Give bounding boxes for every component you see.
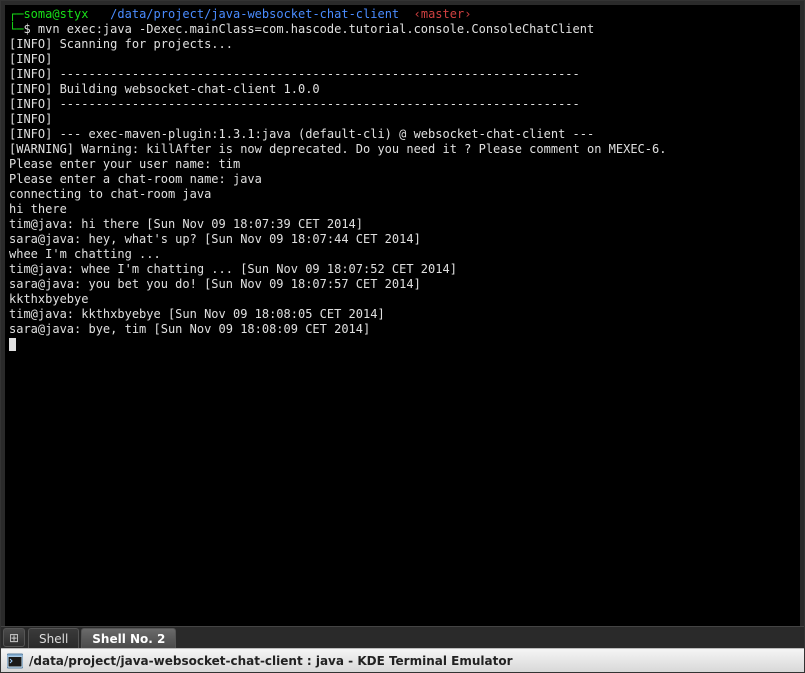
output-line: [INFO] ---------------------------------… (9, 67, 796, 82)
output-line: hi there (9, 202, 796, 217)
window-title-bar: /data/project/java-websocket-chat-client… (1, 648, 804, 672)
tab-bar: ⊞ Shell Shell No. 2 (1, 626, 804, 648)
output-line: tim@java: kkthxbyebye [Sun Nov 09 18:08:… (9, 307, 796, 322)
prompt-line-1: ┌─soma@styx /data/project/java-websocket… (9, 7, 471, 21)
cursor (9, 338, 16, 351)
output-line: Please enter your user name: tim (9, 157, 796, 172)
output-line: sara@java: hey, what's up? [Sun Nov 09 1… (9, 232, 796, 247)
terminal-output[interactable]: ┌─soma@styx /data/project/java-websocket… (1, 1, 804, 626)
prompt-user-host: soma@styx (23, 7, 88, 21)
output-line: [WARNING] Warning: killAfter is now depr… (9, 142, 796, 157)
output-line: whee I'm chatting ... (9, 247, 796, 262)
prompt-branch: ‹master› (414, 7, 472, 21)
output-line: sara@java: you bet you do! [Sun Nov 09 1… (9, 277, 796, 292)
output-line: connecting to chat-room java (9, 187, 796, 202)
output-line: tim@java: hi there [Sun Nov 09 18:07:39 … (9, 217, 796, 232)
prompt-corner: ┌─ (9, 7, 23, 21)
prompt-symbol: $ (23, 22, 37, 36)
window-title: /data/project/java-websocket-chat-client… (29, 654, 513, 668)
output-line: kkthxbyebye (9, 292, 796, 307)
prompt-line-2: └─$ mvn exec:java -Dexec.mainClass=com.h… (9, 22, 594, 36)
output-line: tim@java: whee I'm chatting ... [Sun Nov… (9, 262, 796, 277)
output-line: [INFO] Scanning for projects... (9, 37, 796, 52)
new-tab-button[interactable]: ⊞ (3, 628, 25, 647)
tab-shell-1[interactable]: Shell (28, 628, 79, 648)
tab-label: Shell No. 2 (92, 632, 165, 646)
tab-shell-2[interactable]: Shell No. 2 (81, 628, 176, 648)
prompt-corner-2: └─ (9, 22, 23, 36)
output-line: Please enter a chat-room name: java (9, 172, 796, 187)
prompt-cwd: /data/project/java-websocket-chat-client (110, 7, 399, 21)
output-line: [INFO] (9, 52, 796, 67)
tab-label: Shell (39, 632, 68, 646)
plus-icon: ⊞ (9, 631, 19, 645)
entered-command: mvn exec:java -Dexec.mainClass=com.hasco… (38, 22, 594, 36)
output-line: [INFO] (9, 112, 796, 127)
output-line: [INFO] ---------------------------------… (9, 97, 796, 112)
terminal-icon (7, 653, 23, 669)
output-line: [INFO] --- exec-maven-plugin:1.3.1:java … (9, 127, 796, 142)
output-line: sara@java: bye, tim [Sun Nov 09 18:08:09… (9, 322, 796, 337)
output-line: [INFO] Building websocket-chat-client 1.… (9, 82, 796, 97)
